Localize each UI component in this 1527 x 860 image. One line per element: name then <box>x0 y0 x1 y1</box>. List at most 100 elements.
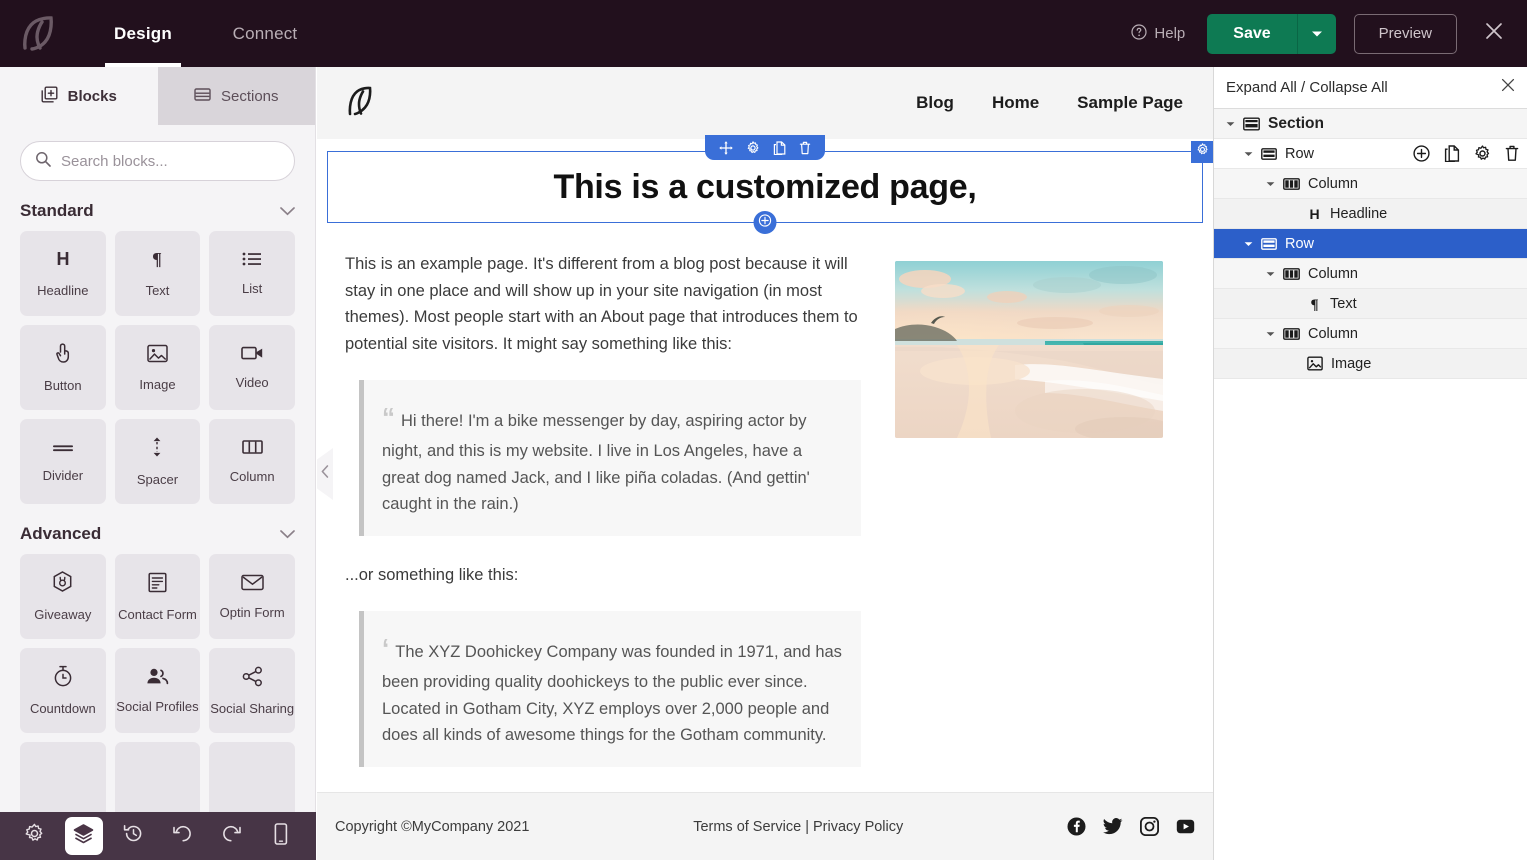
trash-icon[interactable] <box>799 141 811 155</box>
block-card-column[interactable]: Column <box>209 419 295 504</box>
block-card-partial[interactable] <box>209 742 295 812</box>
nav-link-blog[interactable]: Blog <box>916 93 954 113</box>
group-header-advanced[interactable]: Advanced <box>0 504 315 554</box>
block-card-button[interactable]: Button <box>20 325 106 410</box>
block-card-spacer[interactable]: Spacer <box>115 419 201 504</box>
nav-link-sample-page[interactable]: Sample Page <box>1077 93 1183 113</box>
block-card-giveaway[interactable]: Giveaway <box>20 554 106 639</box>
caret-down-icon[interactable] <box>1266 181 1275 187</box>
block-card-video[interactable]: Video <box>209 325 295 410</box>
revision-history-button[interactable] <box>114 817 152 855</box>
instagram-icon[interactable] <box>1140 817 1159 836</box>
caret-down-icon[interactable] <box>1266 331 1275 337</box>
svg-text:H: H <box>1309 206 1319 221</box>
gear-icon[interactable] <box>746 141 760 155</box>
tab-connect[interactable]: Connect <box>206 0 324 67</box>
leaf-logo-dark-icon[interactable] <box>347 85 373 122</box>
close-editor-button[interactable] <box>1479 19 1509 49</box>
stopwatch-icon <box>53 665 73 692</box>
add-block-button[interactable] <box>754 211 777 234</box>
block-label: Social Profiles <box>116 699 198 714</box>
preview-button[interactable]: Preview <box>1354 14 1457 54</box>
block-card-list[interactable]: List <box>209 231 295 316</box>
block-card-text[interactable]: ¶ Text <box>115 231 201 316</box>
caret-down-icon[interactable] <box>1226 121 1235 127</box>
search-box[interactable] <box>20 141 295 181</box>
block-card-countdown[interactable]: Countdown <box>20 648 106 733</box>
block-settings-corner-button[interactable] <box>1191 141 1213 163</box>
column-icon <box>1283 328 1300 340</box>
search-input[interactable] <box>61 153 280 170</box>
caret-down-icon[interactable] <box>1244 241 1253 247</box>
block-card-divider[interactable]: Divider <box>20 419 106 504</box>
blockquote-1: “Hi there! I'm a bike messenger by day, … <box>359 380 861 536</box>
settings-button[interactable] <box>16 817 54 855</box>
column-icon <box>1283 178 1300 190</box>
block-card-image[interactable]: Image <box>115 325 201 410</box>
block-card-optin-form[interactable]: Optin Form <box>209 554 295 639</box>
undo-button[interactable] <box>164 817 202 855</box>
tree-item-section[interactable]: Section <box>1214 109 1527 139</box>
tree-item-headline[interactable]: H Headline <box>1214 199 1527 229</box>
tree-item-row-2[interactable]: Row <box>1214 229 1527 259</box>
caret-down-icon[interactable] <box>1244 151 1253 157</box>
block-card-headline[interactable]: H Headline <box>20 231 106 316</box>
tree-item-image[interactable]: Image <box>1214 349 1527 379</box>
move-icon[interactable] <box>719 141 733 155</box>
tree-item-column-2[interactable]: Column <box>1214 259 1527 289</box>
headline-block-selected[interactable]: This is a customized page, <box>327 151 1203 223</box>
close-layers-panel-button[interactable] <box>1501 78 1515 97</box>
chevron-down-icon[interactable] <box>280 201 295 221</box>
caret-down-icon[interactable] <box>1266 271 1275 277</box>
tree-item-column-1[interactable]: Column <box>1214 169 1527 199</box>
terms-of-service-link[interactable]: Terms of Service <box>693 819 801 835</box>
trash-icon[interactable] <box>1505 145 1519 162</box>
block-card-social-sharing[interactable]: Social Sharing <box>209 648 295 733</box>
layers-panel-header: Expand All / Collapse All <box>1214 67 1527 109</box>
page-canvas: Blog Home Sample Page <box>317 67 1213 860</box>
twitter-icon[interactable] <box>1103 818 1123 835</box>
gear-icon[interactable] <box>1474 145 1491 162</box>
tree-item-text[interactable]: ¶ Text <box>1214 289 1527 319</box>
envelope-icon <box>241 574 264 596</box>
privacy-policy-link[interactable]: Privacy Policy <box>813 819 903 835</box>
beach-sunset-photo[interactable] <box>895 261 1163 438</box>
chevron-down-icon[interactable] <box>280 524 295 544</box>
block-card-contact-form[interactable]: Contact Form <box>115 554 201 639</box>
responsive-preview-button[interactable] <box>262 817 300 855</box>
redo-button[interactable] <box>213 817 251 855</box>
group-header-standard[interactable]: Standard <box>0 181 315 231</box>
block-card-social-profiles[interactable]: Social Profiles <box>115 648 201 733</box>
chevron-left-icon <box>321 465 329 483</box>
youtube-icon[interactable] <box>1176 817 1195 836</box>
duplicate-icon[interactable] <box>1444 145 1460 162</box>
page-headline[interactable]: This is a customized page, <box>554 168 977 207</box>
facebook-icon[interactable] <box>1067 817 1086 836</box>
blockquote-2: ‘The XYZ Doohickey Company was founded i… <box>359 611 861 767</box>
nav-link-home[interactable]: Home <box>992 93 1039 113</box>
block-label: List <box>242 281 262 296</box>
sidebar-tab-sections[interactable]: Sections <box>158 67 316 125</box>
image-icon <box>1307 356 1323 371</box>
content-row: This is an example page. It's different … <box>317 223 1213 847</box>
gear-icon <box>1196 143 1209 161</box>
block-card-partial[interactable] <box>20 742 106 812</box>
duplicate-icon[interactable] <box>773 141 786 155</box>
block-card-partial[interactable] <box>115 742 201 812</box>
tab-design[interactable]: Design <box>86 0 200 67</box>
tree-item-row-1[interactable]: Row <box>1214 139 1527 169</box>
block-label: Spacer <box>137 472 178 487</box>
sidebar-tab-blocks[interactable]: Blocks <box>0 67 158 125</box>
help-button[interactable]: Help <box>1131 24 1185 44</box>
block-label: Column <box>230 469 275 484</box>
svg-text:¶: ¶ <box>1310 297 1318 311</box>
expand-collapse-all-button[interactable]: Expand All / Collapse All <box>1226 79 1388 96</box>
headline-h-icon: H <box>1307 206 1322 221</box>
save-button[interactable]: Save <box>1207 14 1297 54</box>
plus-circle-icon[interactable] <box>1413 145 1430 162</box>
layers-button[interactable] <box>65 817 103 855</box>
leaf-logo-icon[interactable] <box>0 16 76 52</box>
save-dropdown-button[interactable] <box>1298 14 1336 54</box>
row-icon <box>1261 148 1277 160</box>
tree-item-column-3[interactable]: Column <box>1214 319 1527 349</box>
